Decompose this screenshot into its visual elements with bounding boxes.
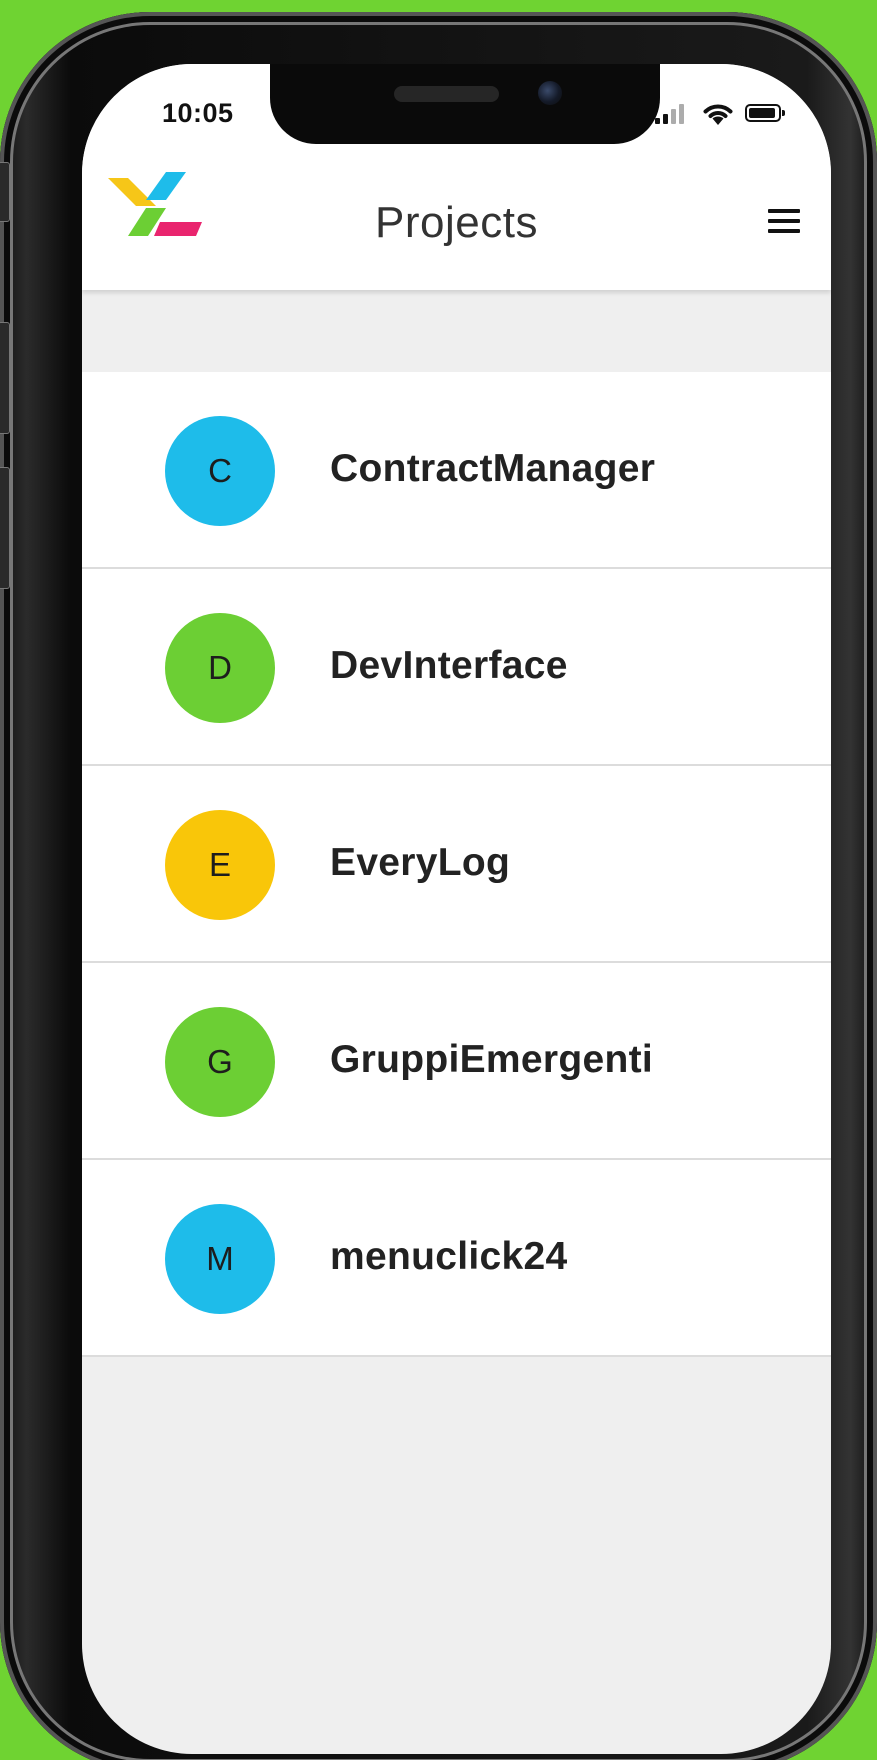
project-name: DevInterface bbox=[330, 644, 568, 687]
background: 10:05 Projects C ContractManager D DevIn… bbox=[0, 0, 877, 1760]
logo-blue-stroke bbox=[146, 172, 186, 200]
volume-up-button bbox=[0, 322, 10, 434]
earpiece-speaker bbox=[394, 86, 499, 102]
project-avatar: G bbox=[165, 1007, 275, 1117]
project-name: EveryLog bbox=[330, 841, 511, 884]
project-avatar: D bbox=[165, 613, 275, 723]
project-name: GruppiEmergenti bbox=[330, 1038, 654, 1081]
project-row-contractmanager[interactable]: C ContractManager bbox=[82, 372, 831, 569]
wifi-icon bbox=[703, 104, 733, 125]
status-time: 10:05 bbox=[162, 98, 234, 128]
status-icons bbox=[643, 100, 793, 128]
cellular-signal-icon bbox=[655, 104, 691, 124]
project-row-everylog[interactable]: E EveryLog bbox=[82, 766, 831, 963]
project-name: ContractManager bbox=[330, 447, 656, 490]
mute-switch bbox=[0, 162, 10, 222]
notch bbox=[270, 64, 660, 144]
project-avatar: E bbox=[165, 810, 275, 920]
page-title: Projects bbox=[375, 198, 538, 247]
project-avatar: C bbox=[165, 416, 275, 526]
phone-frame: 10:05 Projects C ContractManager D DevIn… bbox=[0, 12, 877, 1760]
phone-screen: 10:05 Projects C ContractManager D DevIn… bbox=[82, 64, 831, 1754]
front-camera bbox=[538, 81, 562, 105]
volume-down-button bbox=[0, 467, 10, 589]
battery-icon bbox=[745, 104, 785, 122]
project-name: menuclick24 bbox=[330, 1235, 568, 1278]
project-row-menuclick24[interactable]: M menuclick24 bbox=[82, 1160, 831, 1357]
project-row-gruppiemergenti[interactable]: G GruppiEmergenti bbox=[82, 963, 831, 1160]
project-list: C ContractManager D DevInterface E Every… bbox=[82, 372, 831, 1357]
project-row-devinterface[interactable]: D DevInterface bbox=[82, 569, 831, 766]
hamburger-menu-icon[interactable] bbox=[761, 198, 807, 244]
project-avatar: M bbox=[165, 1204, 275, 1314]
